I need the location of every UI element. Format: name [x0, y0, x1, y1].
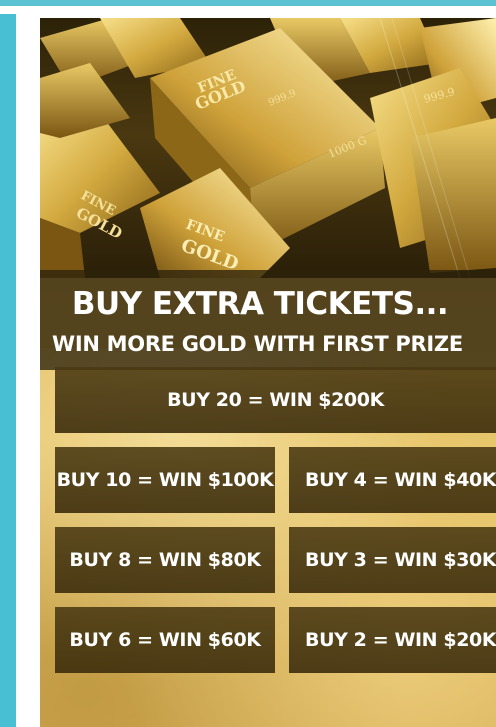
left-accent-bar	[0, 14, 16, 727]
top-accent-strip	[0, 0, 496, 6]
headline-title: BUY EXTRA TICKETS...	[71, 286, 449, 322]
promo-banner: FINE GOLD 999.9 1000 G FINE GOLD FINE GO…	[40, 18, 496, 727]
offer-buy-3-tile[interactable]: BUY 3 = WIN $30K	[289, 527, 496, 593]
headline-band: BUY EXTRA TICKETS... WIN MORE GOLD WITH …	[40, 270, 496, 370]
headline-subtitle: WIN MORE GOLD WITH FIRST PRIZE	[52, 332, 463, 356]
gold-bars-image: FINE GOLD 999.9 1000 G FINE GOLD FINE GO…	[40, 18, 496, 278]
offer-buy-6-tile[interactable]: BUY 6 = WIN $60K	[55, 607, 275, 673]
offer-buy-2-tile[interactable]: BUY 2 = WIN $20K	[289, 607, 496, 673]
offer-buy-20-tile[interactable]: BUY 20 = WIN $200K	[55, 367, 496, 433]
offer-buy-10-tile[interactable]: BUY 10 = WIN $100K	[55, 447, 275, 513]
offer-buy-8-tile[interactable]: BUY 8 = WIN $80K	[55, 527, 275, 593]
gold-bars-illustration: FINE GOLD 999.9 1000 G FINE GOLD FINE GO…	[40, 18, 496, 278]
offer-buy-4-tile[interactable]: BUY 4 = WIN $40K	[289, 447, 496, 513]
